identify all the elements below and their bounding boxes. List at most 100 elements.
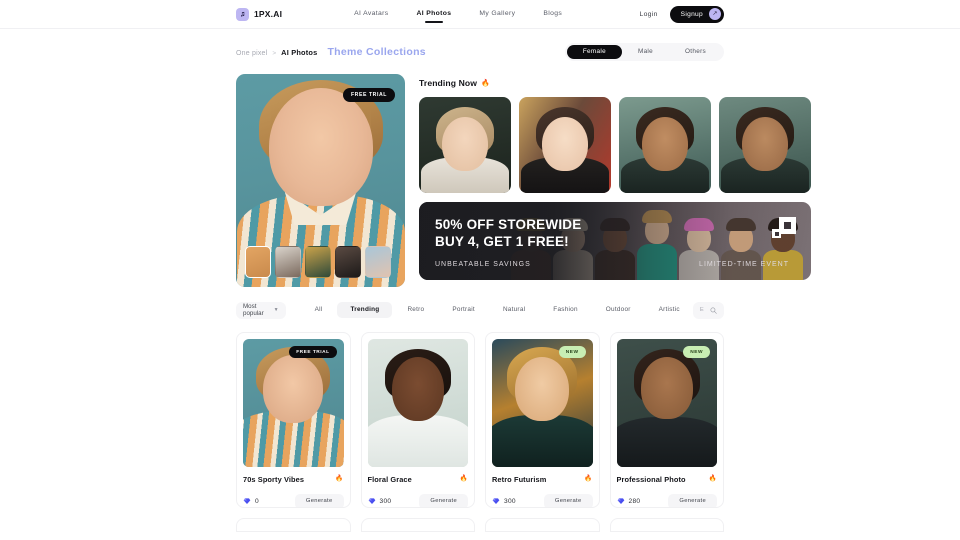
category-tab-all[interactable]: All xyxy=(302,302,336,318)
gem-icon xyxy=(617,492,625,507)
nav-links: AI Avatars AI Photos My Gallery Blogs xyxy=(354,10,562,19)
promo-banner[interactable]: 50% OFF STOREWIDE BUY 4, GET 1 FREE! UNB… xyxy=(419,202,811,280)
flame-icon: 🔥 xyxy=(335,475,344,483)
credit-value: 300 xyxy=(504,497,516,505)
promo-headline: 50% OFF STOREWIDE BUY 4, GET 1 FREE! xyxy=(435,216,581,251)
theme-card[interactable] xyxy=(360,518,475,532)
brand-name: 1PX.AI xyxy=(254,9,283,19)
generate-button[interactable]: Generate xyxy=(419,493,468,507)
gender-option-female[interactable]: Female xyxy=(566,44,622,59)
hero-right-column: Trending Now 🔥 50% OFF STOREWIDE BUY 4, … xyxy=(419,74,811,287)
theme-card-grid-next-row xyxy=(236,518,724,532)
theme-card-grid: FREE TRIAL 70s Sporty Vibes 🔥 0 Generate xyxy=(236,332,724,508)
nav-link-ai-photos[interactable]: AI Photos xyxy=(417,10,452,19)
trending-card-1[interactable] xyxy=(519,97,611,193)
gender-option-others[interactable]: Others xyxy=(669,45,722,59)
search-box[interactable] xyxy=(692,301,724,319)
theme-card-title: Floral Grace xyxy=(367,475,412,484)
category-tab-fashion[interactable]: Fashion xyxy=(540,302,591,318)
gem-icon xyxy=(492,492,500,507)
page-body: One pixel > AI Photos Theme Collections … xyxy=(0,29,960,532)
theme-card-badge: FREE TRIAL xyxy=(289,346,337,358)
credit-cost: 280 xyxy=(617,492,641,507)
category-tab-natural[interactable]: Natural xyxy=(490,302,538,318)
category-tab-outdoor[interactable]: Outdoor xyxy=(593,302,644,318)
generate-button[interactable]: Generate xyxy=(294,493,344,507)
hero-thumbnail-2[interactable] xyxy=(305,246,331,278)
theme-card[interactable]: NEW Professional Photo 🔥 280 Generate xyxy=(609,332,724,508)
theme-card-title: Retro Futurism xyxy=(492,475,547,484)
signup-button[interactable]: Signup ↗ xyxy=(669,5,724,23)
top-navigation-bar: 1PX.AI AI Avatars AI Photos My Gallery B… xyxy=(0,0,960,29)
category-tab-artistic[interactable]: Artistic xyxy=(646,302,693,318)
theme-card[interactable] xyxy=(609,518,724,532)
nav-link-my-gallery[interactable]: My Gallery xyxy=(479,10,515,19)
flame-icon: 🔥 xyxy=(481,79,490,87)
nav-link-blogs[interactable]: Blogs xyxy=(543,10,562,19)
page-title: Theme Collections xyxy=(327,45,426,58)
generate-button[interactable]: Generate xyxy=(668,493,717,507)
breadcrumb-root[interactable]: One pixel xyxy=(236,50,267,57)
hero-thumbnail-0[interactable] xyxy=(245,246,271,278)
theme-card[interactable] xyxy=(485,518,600,532)
trending-card-0[interactable] xyxy=(419,97,511,193)
theme-card-meta-row: 280 Generate xyxy=(617,492,717,507)
trending-card-3[interactable] xyxy=(719,97,811,193)
promo-headline-line1: 50% OFF STOREWIDE xyxy=(435,217,582,232)
gender-option-male[interactable]: Male xyxy=(622,45,669,59)
signup-button-label: Signup xyxy=(680,10,703,18)
theme-card-image[interactable]: NEW xyxy=(616,339,717,467)
promo-subtext-right: LIMITED-TIME EVENT xyxy=(699,261,789,268)
trending-cards-row xyxy=(419,97,811,193)
theme-card-title-row: Professional Photo 🔥 xyxy=(617,475,718,484)
breadcrumb-separator-icon: > xyxy=(272,49,277,57)
theme-card-image[interactable] xyxy=(367,339,468,467)
theme-card-badge: NEW xyxy=(683,346,710,358)
generate-button[interactable]: Generate xyxy=(543,493,593,507)
hero-thumbnail-4[interactable] xyxy=(365,246,391,278)
trending-card-2[interactable] xyxy=(619,97,711,193)
credit-value: 0 xyxy=(255,497,259,505)
brand-logo[interactable]: 1PX.AI xyxy=(236,7,283,21)
hero-thumbnail-1[interactable] xyxy=(275,246,301,278)
nested-squares-logo-icon xyxy=(771,216,797,247)
theme-card-title: 70s Sporty Vibes xyxy=(243,475,305,484)
hero-thumbnail-3[interactable] xyxy=(335,246,361,278)
search-icon[interactable] xyxy=(710,301,717,319)
category-tab-trending[interactable]: Trending xyxy=(337,302,393,318)
sort-dropdown[interactable]: Most popular ▼ xyxy=(236,301,286,319)
chevron-down-icon: ▼ xyxy=(273,307,279,313)
theme-card-title-row: Retro Futurism 🔥 xyxy=(492,475,593,484)
filter-bar: Most popular ▼ All Trending Retro Portra… xyxy=(236,299,724,321)
theme-card-badge: NEW xyxy=(558,346,586,358)
theme-card[interactable] xyxy=(236,518,351,532)
trending-title: Trending Now xyxy=(419,78,478,88)
gem-icon xyxy=(243,492,251,507)
theme-card-meta-row: 300 Generate xyxy=(368,492,468,507)
credit-cost: 300 xyxy=(492,492,516,507)
hero-row: FREE TRIAL Trending Now 🔥 50% OFF STOREW… xyxy=(236,74,811,287)
theme-card-image[interactable]: NEW xyxy=(492,339,593,467)
credit-value: 280 xyxy=(628,497,641,505)
theme-card[interactable]: Floral Grace 🔥 300 Generate xyxy=(360,332,475,508)
theme-card[interactable]: FREE TRIAL 70s Sporty Vibes 🔥 0 Generate xyxy=(236,332,351,508)
trending-section-header: Trending Now 🔥 xyxy=(419,74,811,92)
category-tab-portrait[interactable]: Portrait xyxy=(439,302,488,318)
theme-card-meta-row: 0 Generate xyxy=(243,492,344,507)
breadcrumb-current[interactable]: AI Photos xyxy=(281,48,317,57)
hero-thumbnail-strip xyxy=(245,246,391,278)
login-link[interactable]: Login xyxy=(640,11,658,18)
hero-preview-card[interactable]: FREE TRIAL xyxy=(236,74,405,287)
search-input[interactable] xyxy=(699,307,704,313)
promo-subtext-left: UNBEATABLE SAVINGS xyxy=(435,261,531,268)
credit-cost: 0 xyxy=(243,492,259,507)
nav-link-ai-avatars[interactable]: AI Avatars xyxy=(354,10,388,19)
category-tab-retro[interactable]: Retro xyxy=(394,302,437,318)
flame-icon: 🔥 xyxy=(584,475,593,483)
theme-card[interactable]: NEW Retro Futurism 🔥 300 Generate xyxy=(485,332,600,508)
flame-icon: 🔥 xyxy=(708,475,717,483)
flame-icon: 🔥 xyxy=(459,475,468,483)
promo-subtext-row: UNBEATABLE SAVINGS LIMITED-TIME EVENT xyxy=(435,261,789,268)
theme-card-image[interactable]: FREE TRIAL xyxy=(243,339,344,467)
sort-dropdown-label: Most popular xyxy=(243,303,264,317)
